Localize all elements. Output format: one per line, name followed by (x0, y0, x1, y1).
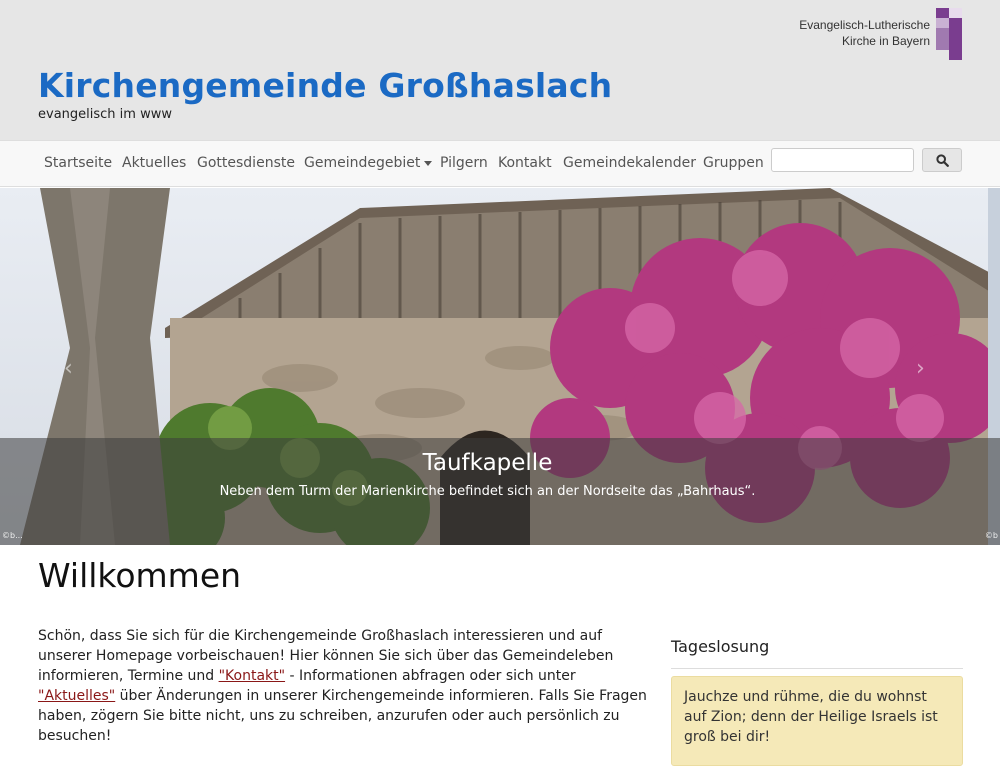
search-icon (936, 154, 949, 167)
logo-mark-icon (936, 8, 962, 60)
intro-text-2: - Informationen abfragen oder sich unter (285, 668, 576, 684)
nav-aktuelles[interactable]: Aktuelles (122, 155, 186, 171)
tageslosung-title: Tageslosung (671, 637, 770, 656)
image-carousel: Taufkapelle Neben dem Turm der Marienkir… (0, 188, 1000, 545)
carousel-prev-button[interactable]: ‹ (64, 356, 73, 381)
logo-line-2: Kirche in Bayern (841, 34, 930, 48)
logo-text: Evangelisch-Lutherische Kirche in Bayern (799, 17, 930, 49)
carousel-caption-text: Neben dem Turm der Marienkirche befindet… (219, 484, 756, 499)
photo-credit-left: ©b... (2, 531, 23, 540)
main-navbar: Startseite Aktuelles Gottesdienste Gemei… (0, 140, 1000, 187)
site-header: Kirchengemeinde Großhaslach evangelisch … (0, 0, 1000, 140)
chevron-right-icon: › (916, 356, 925, 381)
sidebar-divider (671, 668, 963, 669)
carousel-next-button[interactable]: › (916, 356, 925, 381)
chevron-down-icon (424, 160, 433, 166)
search-button[interactable] (922, 148, 962, 172)
page-heading: Willkommen (38, 556, 242, 595)
photo-credit-right: ©b (984, 531, 998, 540)
nav-kontakt[interactable]: Kontakt (498, 155, 552, 171)
nav-gemeindegebiet-dropdown[interactable]: Gemeindegebiet (304, 155, 433, 171)
nav-gruppen[interactable]: Gruppen (703, 155, 764, 171)
tageslosung-text: Jauchze und rühme, die du wohnst auf Zio… (684, 689, 938, 745)
aktuelles-link[interactable]: "Aktuelles" (38, 688, 115, 704)
logo-line-1: Evangelisch-Lutherische (799, 18, 930, 32)
intro-paragraph: Schön, dass Sie sich für die Kirchengeme… (38, 626, 648, 746)
nav-startseite[interactable]: Startseite (44, 155, 112, 171)
nav-gemeindekalender[interactable]: Gemeindekalender (563, 155, 696, 171)
carousel-caption-title: Taufkapelle (422, 450, 553, 476)
search-input[interactable] (771, 148, 914, 172)
kontakt-link[interactable]: "Kontakt" (219, 668, 285, 684)
elkb-logo[interactable]: Evangelisch-Lutherische Kirche in Bayern (780, 8, 970, 60)
site-subtitle: evangelisch im www (38, 107, 172, 122)
nav-gottesdienste[interactable]: Gottesdienste (197, 155, 295, 171)
site-title[interactable]: Kirchengemeinde Großhaslach (38, 66, 612, 105)
tageslosung-box: Jauchze und rühme, die du wohnst auf Zio… (671, 676, 963, 766)
nav-pilgern[interactable]: Pilgern (440, 155, 488, 171)
nav-gemeindegebiet-label: Gemeindegebiet (304, 155, 421, 171)
intro-text-3: über Änderungen in unserer Kirchengemein… (38, 688, 647, 744)
chevron-left-icon: ‹ (64, 356, 73, 381)
